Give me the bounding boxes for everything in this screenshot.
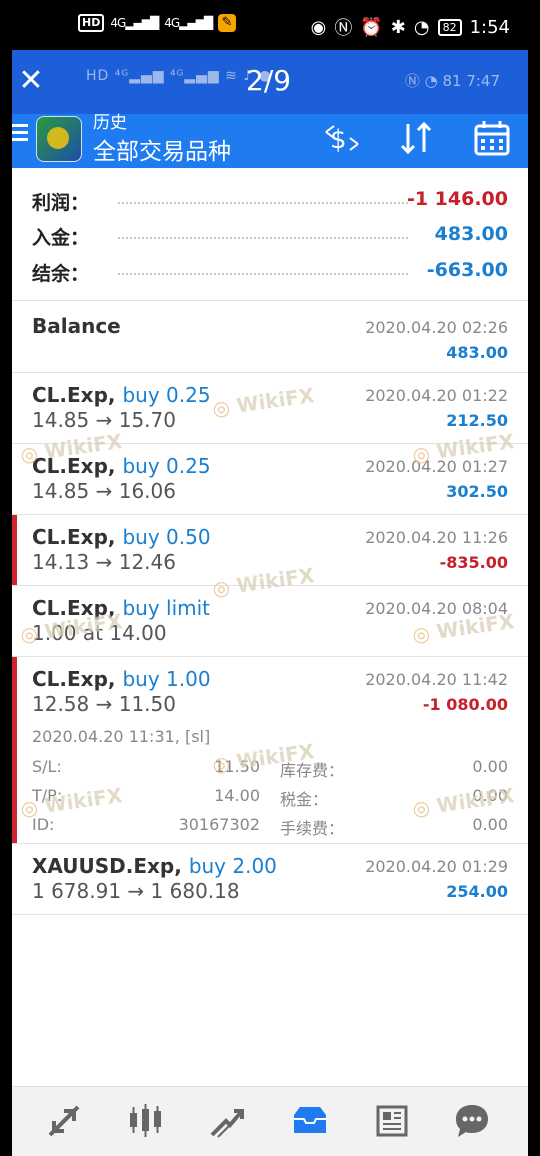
expanded-list-item[interactable]: CL.Exp, buy 1.00 12.58 → 11.50 2020.04.2… [12, 657, 528, 844]
signal-icon-1: 4G▂▄▆█ [110, 16, 159, 30]
speed-icon: ◔ [413, 16, 430, 38]
signal-icon-2: 4G▂▄▆█ [164, 16, 213, 30]
sl-value: 11.50 [214, 757, 260, 776]
inner-status-icons: HD ⁴ᴳ▂▄▆ ⁴ᴳ▂▄▆ ≋ ♪ ● [86, 68, 272, 84]
symbol-filter[interactable]: 全部交易品种 [93, 132, 231, 166]
currency-exchange-icon[interactable]: $ [322, 118, 362, 158]
chart-icon[interactable] [126, 1101, 166, 1141]
history-icon[interactable] [290, 1101, 330, 1141]
clock: 1:54 [469, 16, 510, 38]
trade-icon[interactable] [208, 1101, 248, 1141]
mt-logo [36, 116, 82, 162]
image-viewer-header: ✕ HD ⁴ᴳ▂▄▆ ⁴ᴳ▂▄▆ ≋ ♪ ● 2/9 Ⓝ ◔ 81 7:47 [12, 50, 528, 114]
open-time-detail: 2020.04.20 11:31, [sl] [32, 727, 211, 746]
fee-value: 0.00 [472, 815, 508, 834]
balance-value: -663.00 [426, 259, 508, 281]
toolbar-subtitle: 历史 [93, 113, 127, 133]
tax-value: 0.00 [472, 786, 508, 805]
battery-icon: 82 [437, 18, 462, 36]
page-counter: 2/9 [246, 64, 292, 97]
list-item[interactable]: CL.Exp, buy limit 1.00 at 14.00 2020.04.… [12, 586, 528, 657]
bluetooth-icon: ✱ [390, 16, 406, 38]
summary-panel: 利润： -1 146.00 入金： 483.00 结余： -663.00 [12, 168, 528, 301]
hd-badge: HD [78, 14, 105, 32]
app-notification-icon: ✎ [218, 14, 237, 32]
bottom-navigation [12, 1086, 528, 1156]
system-status-bar: HD 4G▂▄▆█ 4G▂▄▆█ ✎ ◉ Ⓝ ⏰ ✱ ◔ 82 1:54 [0, 0, 540, 50]
order-id: 30167302 [178, 815, 260, 834]
list-item[interactable]: XAUUSD.Exp, buy 2.00 1 678.91 → 1 680.18… [12, 844, 528, 915]
news-icon[interactable] [372, 1101, 412, 1141]
close-icon[interactable]: ✕ [14, 64, 48, 98]
sort-icon[interactable] [396, 118, 436, 158]
list-item[interactable]: CL.Exp, buy 0.50 14.13 → 12.46 2020.04.2… [12, 515, 528, 586]
deposit-value: 483.00 [434, 223, 508, 245]
nfc-icon: Ⓝ [334, 18, 353, 39]
deposit-row: 入金： 483.00 [32, 223, 508, 249]
calendar-icon[interactable] [472, 118, 512, 158]
tp-value: 14.00 [214, 786, 260, 805]
list-item[interactable]: CL.Exp, buy 0.25 14.85 → 16.06 2020.04.2… [12, 444, 528, 515]
balance-row: 结余： -663.00 [32, 259, 508, 285]
list-item[interactable]: CL.Exp, buy 0.25 14.85 → 15.70 2020.04.2… [12, 373, 528, 444]
inner-status-right: Ⓝ ◔ 81 7:47 [404, 72, 500, 90]
history-content: 利润： -1 146.00 入金： 483.00 结余： -663.00 Bal… [12, 168, 528, 1086]
svg-text:$: $ [330, 125, 347, 155]
menu-icon[interactable] [12, 124, 28, 146]
profit-row: 利润： -1 146.00 [32, 188, 508, 214]
list-item[interactable]: Balance 2020.04.20 02:26 483.00 [12, 301, 528, 373]
alarm-icon: ⏰ [360, 16, 383, 38]
app-toolbar: 历史 全部交易品种 $ [12, 113, 528, 168]
chat-icon[interactable] [452, 1101, 492, 1141]
quotes-icon[interactable] [44, 1101, 84, 1141]
eye-icon: ◉ [310, 16, 327, 38]
profit-value: -1 146.00 [406, 188, 508, 210]
swap-value: 0.00 [472, 757, 508, 776]
